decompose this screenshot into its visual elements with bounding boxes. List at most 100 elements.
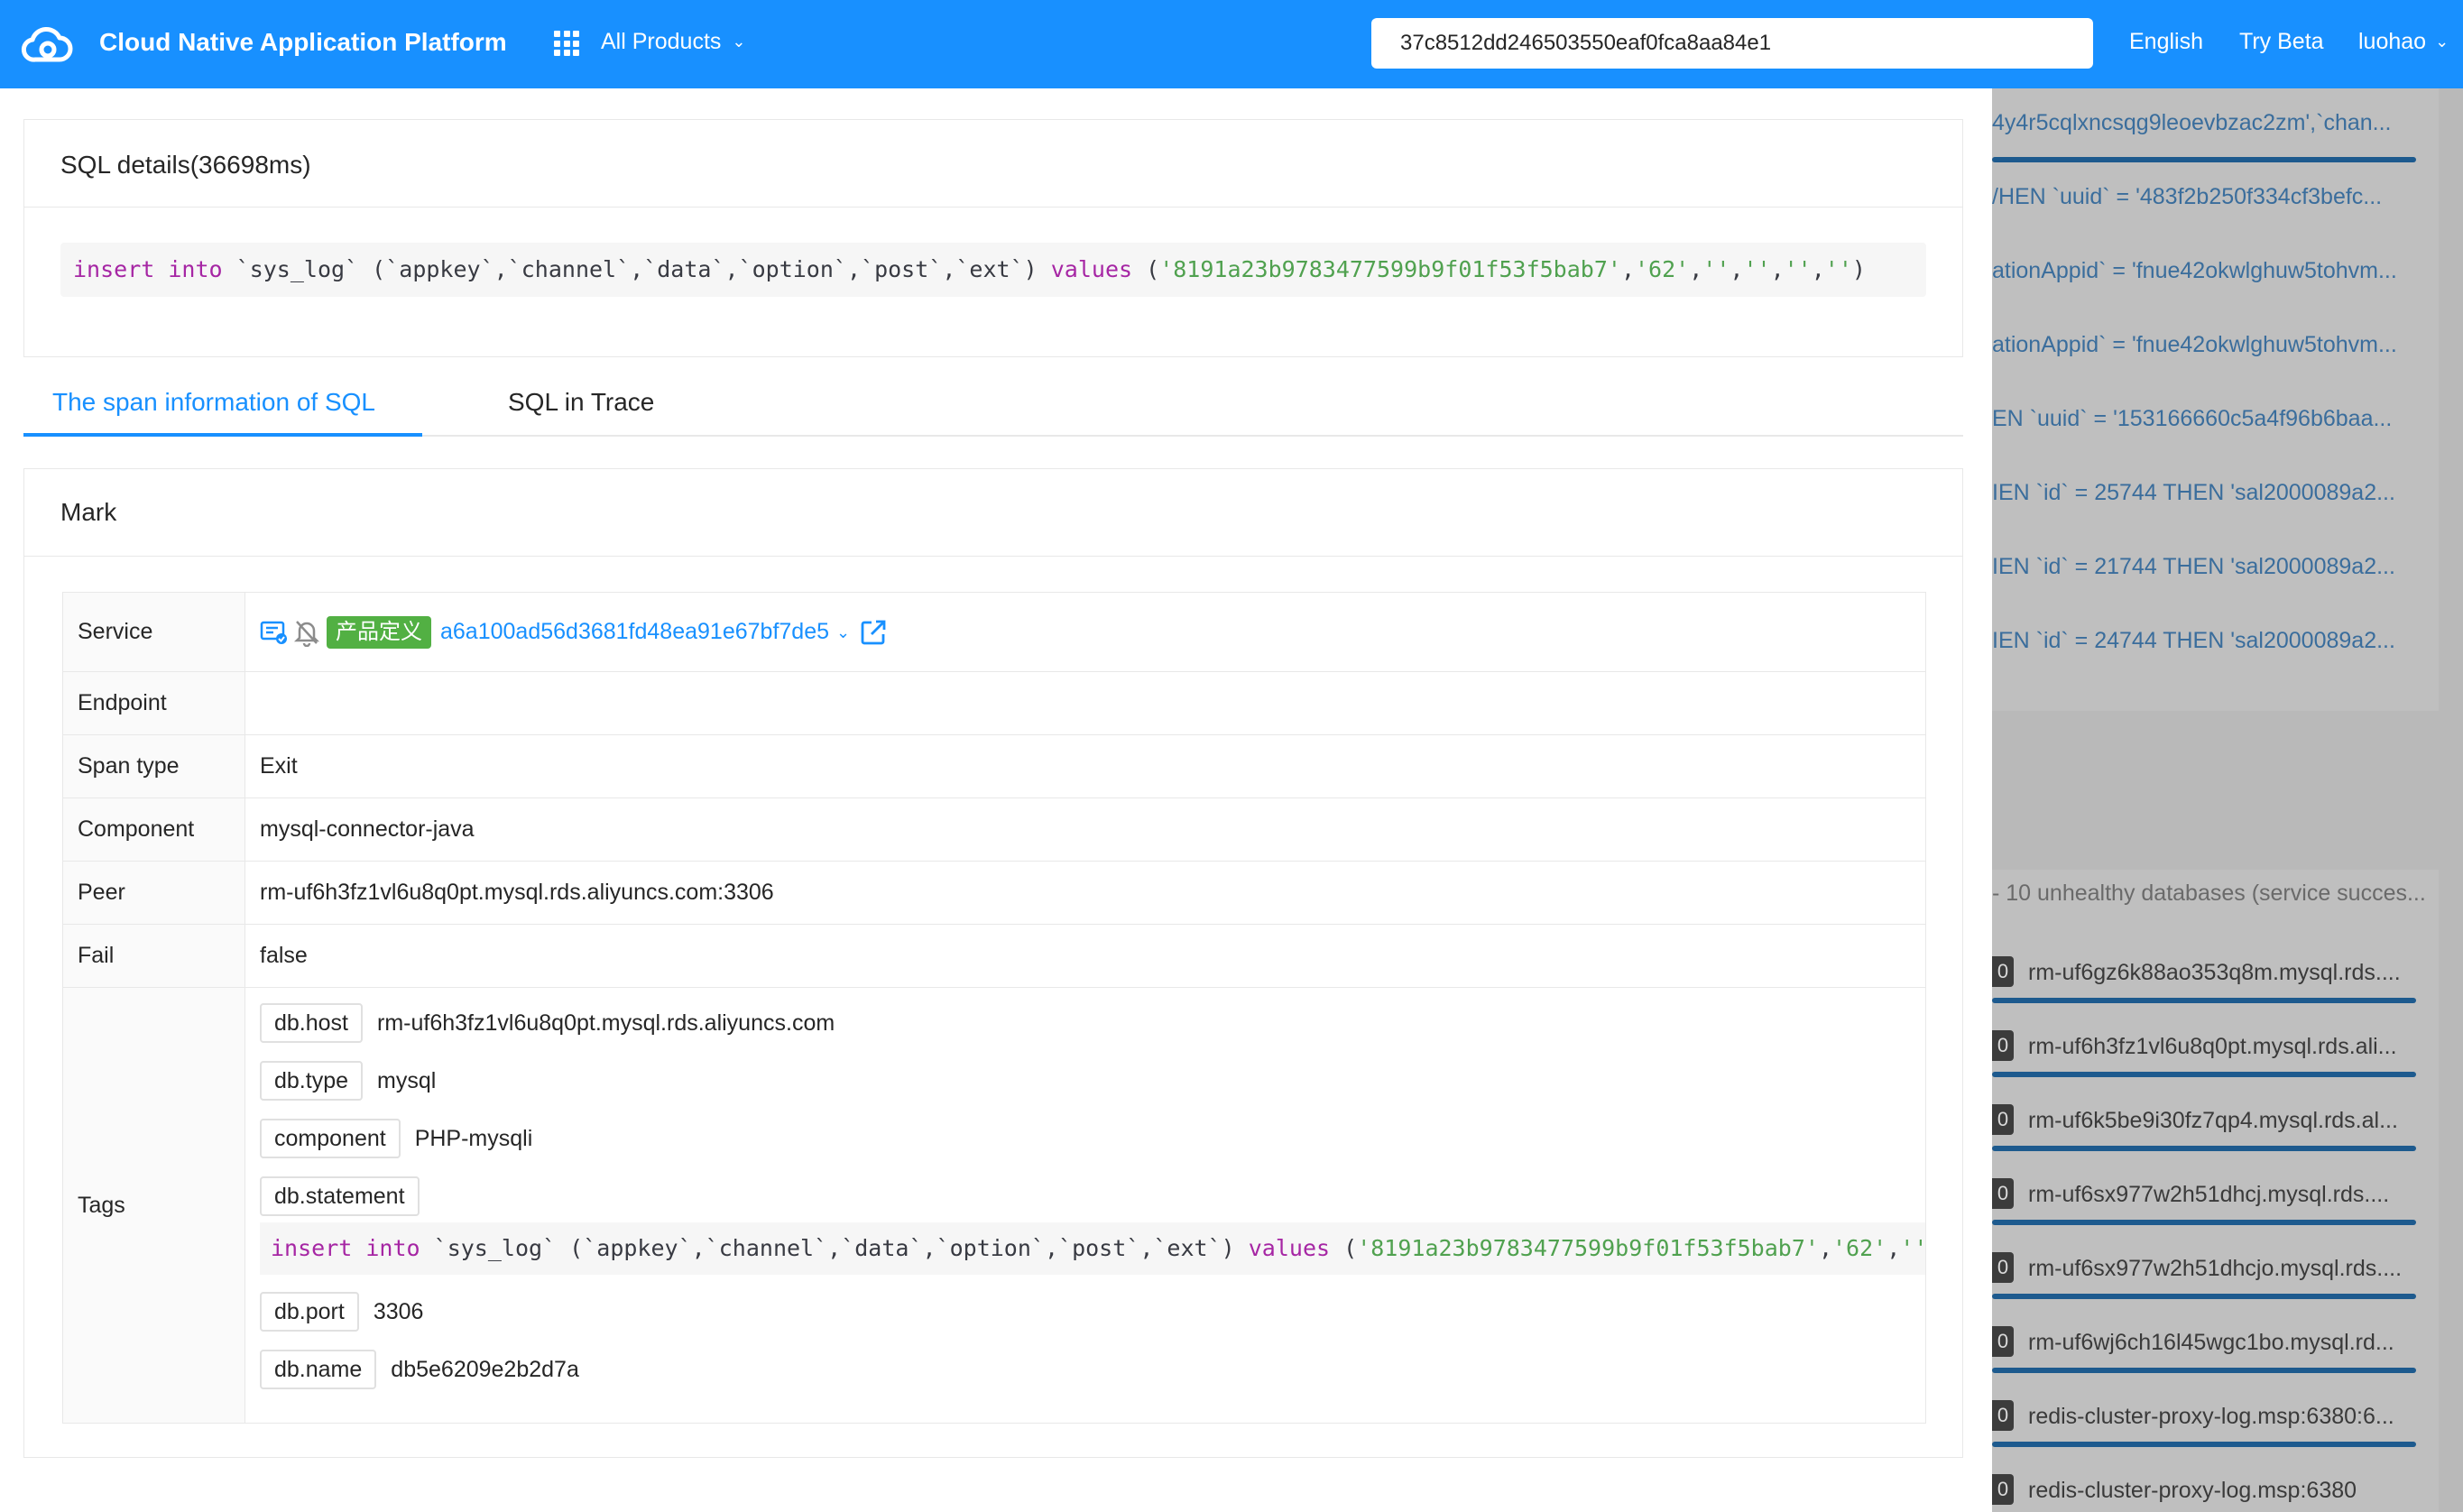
count-badge: 0 [1992,1474,2014,1505]
count-badge: 0 [1992,1104,2014,1135]
list-item: IEN `id` = 25744 THEN 'sal2000089a2... [1992,458,2439,532]
list-item: 0 rm-uf6gz6k88ao353q8m.mysql.rds.... [1992,935,2439,1009]
background-overlay-panel[interactable]: 4y4r5cqlxncsqg9leoevbzac2zm',`chan... /H… [1992,88,2463,1512]
tag-value: mysql [377,1067,437,1093]
database-name: rm-uf6h3fz1vl6u8q0pt.mysql.rds.ali... [2028,1034,2397,1059]
database-name: rm-uf6wj6ch16l45wgc1bo.mysql.rd... [2028,1330,2394,1355]
list-item-text: 4y4r5cqlxncsqg9leoevbzac2zm',`chan... [1992,110,2392,135]
database-name: rm-uf6k5be9i30fz7qp4.mysql.rds.al... [2028,1108,2398,1133]
list-item: IEN `id` = 21744 THEN 'sal2000089a2... [1992,532,2439,606]
tag-item: db.port 3306 [260,1291,423,1332]
sql-details-drawer: SQL details(36698ms) insert into `sys_lo… [0,88,1992,1512]
list-item-text: IEN `id` = 24744 THEN 'sal2000089a2... [1992,628,2395,653]
bell-muted-icon[interactable] [292,618,321,647]
sql-keyword: values [1248,1235,1331,1261]
tag-item: db.statement [260,1175,420,1217]
table-row: Endpoint [63,672,1925,735]
service-card-icon[interactable] [260,618,289,647]
brand-title[interactable]: Cloud Native Application Platform [99,28,507,57]
list-item-text: IEN `id` = 25744 THEN 'sal2000089a2... [1992,480,2395,505]
progress-bar [1992,1442,2416,1447]
sql-string: '' [1743,256,1771,282]
sql-string: '62' [1635,256,1690,282]
list-item: ationAppid` = 'fnue42okwlghuw5tohvm... [1992,310,2439,384]
tab-bar: The span information of SQL SQL in Trace [23,375,1963,437]
database-name: rm-uf6sx977w2h51dhcj.mysql.rds.... [2028,1182,2390,1207]
sql-details-title: SQL details(36698ms) [60,151,311,179]
span-type-value: Exit [260,753,298,779]
component-value: mysql-connector-java [260,816,475,842]
progress-bar [1992,1146,2416,1151]
sql-string: '' [1702,256,1730,282]
background-sql-list: 4y4r5cqlxncsqg9leoevbzac2zm',`chan... /H… [1992,88,2439,711]
sql-keyword: values [1050,256,1133,282]
user-menu[interactable]: luohao ⌄ [2358,29,2449,55]
language-switch[interactable]: English [2129,29,2203,55]
sql-text: `sys_log` (`appkey`,`channel`,`data`,`op… [235,256,1038,282]
product-definition-badge: 产品定义 [327,615,431,649]
table-row: Tags db.host rm-uf6h3fz1vl6u8q0pt.mysql.… [63,988,1925,1423]
tag-key: db.port [260,1292,359,1332]
cloud-logo-icon[interactable] [20,20,74,69]
unhealthy-databases-heading: - 10 unhealthy databases (service succes… [1992,880,2426,906]
count-badge: 0 [1992,1252,2014,1283]
list-item: ationAppid` = 'fnue42okwlghuw5tohvm... [1992,236,2439,310]
try-beta-link[interactable]: Try Beta [2239,29,2324,55]
sql-statement-code: insert into `sys_log` (`appkey`,`channel… [60,243,1926,297]
tab-sql-in-trace[interactable]: SQL in Trace [508,388,654,417]
sql-text: `sys_log` (`appkey`,`channel`,`data`,`op… [433,1235,1235,1261]
chevron-down-icon: ⌄ [732,32,746,51]
list-item: 0 redis-cluster-proxy-log.msp:6380:6... [1992,1378,2439,1452]
tag-item: db.type mysql [260,1060,436,1102]
tab-span-information[interactable]: The span information of SQL [52,388,375,417]
tag-value: PHP-mysqli [414,1125,533,1151]
list-item-text: /HEN `uuid` = '483f2b250f334cf3befc... [1992,184,2383,209]
count-badge: 0 [1992,1030,2014,1061]
tag-key: component [260,1119,401,1158]
list-item-text: ationAppid` = 'fnue42okwlghuw5tohvm... [1992,258,2397,283]
all-products-label: All Products [601,29,722,54]
active-tab-indicator [23,433,422,437]
tag-item: component PHP-mysqli [260,1118,532,1159]
chevron-down-icon[interactable]: ⌄ [836,623,850,642]
fail-value: false [260,943,308,968]
list-item: 0 rm-uf6sx977w2h51dhcjo.mysql.rds.... [1992,1231,2439,1305]
table-row: Component mysql-connector-java [63,798,1925,862]
sql-keyword: insert [73,256,155,282]
list-item: EN `uuid` = '153166660c5a4f96b6baa... [1992,384,2439,458]
progress-bar [1992,1294,2416,1299]
list-item: 0 rm-uf6k5be9i30fz7qp4.mysql.rds.al... [1992,1083,2439,1157]
table-row: Service 产品定义 a6a100ad56d3681fd48ea91e67b… [63,593,1925,672]
table-row: Span type Exit [63,735,1925,798]
row-label: Peer [63,862,245,924]
list-item: 4y4r5cqlxncsqg9leoevbzac2zm',`chan... [1992,88,2439,162]
service-link[interactable]: a6a100ad56d3681fd48ea91e67bf7de5 [440,619,829,645]
tag-item: db.host rm-uf6h3fz1vl6u8q0pt.mysql.rds.a… [260,1002,835,1044]
external-link-icon[interactable] [859,618,888,647]
list-item: 0 rm-uf6sx977w2h51dhcj.mysql.rds.... [1992,1157,2439,1231]
database-name: redis-cluster-proxy-log.msp:6380:6... [2028,1404,2394,1429]
tag-value: db5e6209e2b2d7a [391,1356,579,1382]
list-item: IEN `id` = 24744 THEN 'sal2000089a2... [1992,606,2439,680]
count-badge: 0 [1992,1400,2014,1431]
sql-string: '' [1784,256,1812,282]
count-badge: 0 [1992,1178,2014,1209]
all-products-menu[interactable]: All Products ⌄ [601,29,745,55]
tag-key: db.statement [260,1176,420,1216]
list-item-text: ationAppid` = 'fnue42okwlghuw5tohvm... [1992,332,2397,357]
mark-card: Mark Service 产品定义 a6a100ad56d3681fd48ea9… [23,468,1963,1458]
mark-title: Mark [60,498,117,526]
sql-keyword: insert [271,1235,353,1261]
sql-string: '' [1824,256,1852,282]
tag-key: db.host [260,1003,364,1043]
tag-key: db.type [260,1061,364,1101]
apps-grid-icon[interactable] [554,31,579,56]
database-name: rm-uf6gz6k88ao353q8m.mysql.rds.... [2028,960,2401,985]
search-input[interactable] [1371,18,2093,69]
progress-bar [1992,998,2416,1003]
sql-text: ( [1343,1235,1358,1261]
progress-bar [1992,1072,2416,1077]
span-description-table: Service 产品定义 a6a100ad56d3681fd48ea91e67b… [62,592,1926,1424]
sql-keyword: into [365,1235,420,1261]
top-navigation-bar: Cloud Native Application Platform All Pr… [0,0,2463,88]
